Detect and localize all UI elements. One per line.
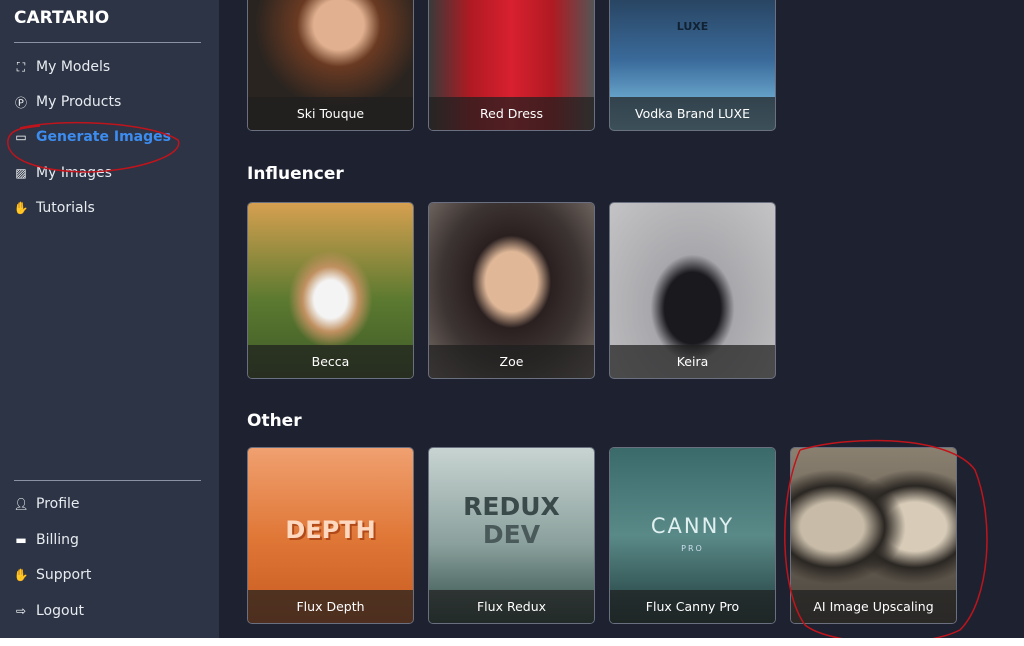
- divider: [14, 42, 201, 43]
- divider: [14, 480, 201, 481]
- credit-card-icon: ▬: [15, 533, 27, 547]
- sidebar-item-tutorials[interactable]: ✋ Tutorials: [14, 200, 95, 216]
- sidebar-item-billing[interactable]: ▬ Billing: [14, 532, 79, 548]
- brand-logo: CARTARIO: [14, 8, 110, 28]
- card-label: Vodka Brand LUXE: [610, 97, 775, 130]
- card-label: Becca: [248, 345, 413, 378]
- label: Generate Images: [36, 129, 171, 145]
- card-label: Red Dress: [429, 97, 594, 130]
- card-flux-depth[interactable]: DEPTH Flux Depth: [247, 447, 414, 624]
- label: Billing: [36, 532, 79, 548]
- card-label: Flux Depth: [248, 590, 413, 623]
- card-label: Flux Canny Pro: [610, 590, 775, 623]
- card-ski-touque[interactable]: Ski Touque: [247, 0, 414, 131]
- card-label: AI Image Upscaling: [791, 590, 956, 623]
- section-title-influencer: Influencer: [247, 164, 344, 184]
- label: My Models: [36, 59, 111, 75]
- card-label: Ski Touque: [248, 97, 413, 130]
- card-label: Zoe: [429, 345, 594, 378]
- sidebar-item-generate-images[interactable]: ▭ Generate Images: [14, 129, 171, 145]
- art-text: REDUX: [463, 492, 560, 521]
- product-p-icon: Ⓟ: [14, 95, 27, 110]
- card-flux-canny-pro[interactable]: CANNY PRO Flux Canny Pro: [609, 447, 776, 624]
- art-text: PRO: [681, 544, 704, 553]
- card-vodka-brand-luxe[interactable]: LUXE Vodka Brand LUXE: [609, 0, 776, 131]
- card-zoe[interactable]: Zoe: [428, 202, 595, 379]
- art-text: DEPTH: [285, 516, 376, 544]
- sidebar-item-logout[interactable]: ⇨ Logout: [14, 603, 84, 619]
- card-label: Keira: [610, 345, 775, 378]
- sidebar: CARTARIO ⛶ My Models Ⓟ My Products ▭ Genera…: [0, 0, 219, 638]
- card-keira[interactable]: Keira: [609, 202, 776, 379]
- handshake-icon: ✋: [13, 201, 29, 215]
- card-becca[interactable]: Becca: [247, 202, 414, 379]
- sidebar-item-my-images[interactable]: ▨ My Images: [14, 165, 112, 181]
- label: Tutorials: [36, 200, 95, 216]
- art-text: CANNY: [650, 514, 735, 538]
- laptop-icon: ▭: [15, 130, 27, 144]
- card-ai-image-upscaling[interactable]: AI Image Upscaling: [790, 447, 957, 624]
- logout-icon: ⇨: [15, 604, 27, 618]
- art-text: LUXE: [676, 20, 709, 33]
- sidebar-item-my-models[interactable]: ⛶ My Models: [14, 59, 110, 75]
- label: My Products: [36, 94, 122, 110]
- image-icon: ▨: [15, 166, 27, 180]
- card-flux-redux[interactable]: REDUX DEV Flux Redux: [428, 447, 595, 624]
- label: Profile: [36, 496, 80, 512]
- sidebar-item-my-products[interactable]: Ⓟ My Products: [14, 94, 121, 110]
- sitemap-icon: ⛶: [16, 59, 26, 74]
- label: My Images: [36, 165, 112, 181]
- user-icon: 👤︎: [13, 497, 29, 511]
- label: Support: [36, 567, 92, 583]
- section-title-other: Other: [247, 411, 302, 431]
- art-text: DEV: [482, 520, 541, 549]
- sidebar-item-support[interactable]: ✋ Support: [13, 567, 92, 583]
- label: Logout: [36, 603, 84, 619]
- handshake-icon: ✋: [13, 568, 29, 582]
- card-red-dress[interactable]: Red Dress: [428, 0, 595, 131]
- app: CARTARIO ⛶ My Models Ⓟ My Products ▭ Genera…: [0, 0, 1024, 638]
- card-label: Flux Redux: [429, 590, 594, 623]
- sidebar-item-profile[interactable]: 👤︎ Profile: [13, 496, 80, 512]
